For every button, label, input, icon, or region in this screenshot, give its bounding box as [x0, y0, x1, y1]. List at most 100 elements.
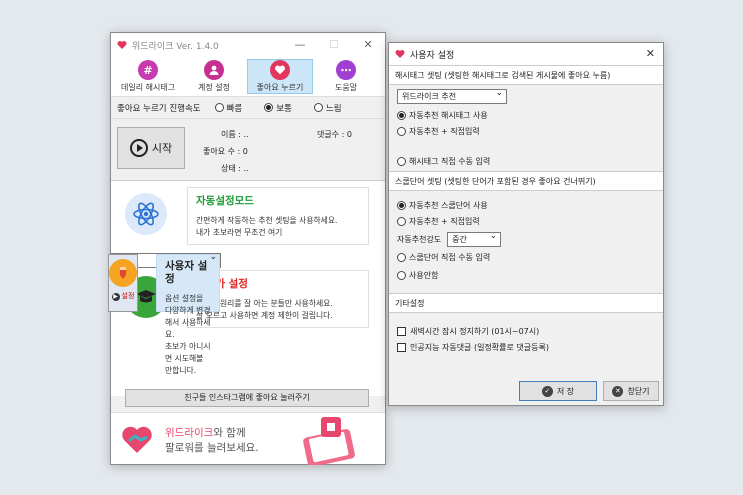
- main-toolbar: # 데일리 해시태그 계정 설정 좋아요 누르기 ⋯ 도움말: [111, 57, 385, 97]
- strength-row: 자동추천강도 중간: [397, 230, 502, 247]
- window-title: 위드라이크 Ver. 1.4.0: [132, 41, 219, 52]
- start-label: 시작: [151, 142, 173, 155]
- user-icon: [204, 60, 224, 80]
- hashtag-auto-manual-radio[interactable]: 자동추천 + 직접입력: [397, 123, 480, 139]
- likes-stat: 좋아요 수 : 0: [203, 146, 248, 157]
- mode-title: 자동설정모드: [196, 195, 254, 207]
- main-titlebar[interactable]: 위드라이크 Ver. 1.4.0 — ☐ ✕: [111, 33, 385, 57]
- other-section-header: 기타설정: [389, 293, 663, 313]
- speed-slow-radio[interactable]: 느림: [313, 102, 342, 114]
- hashtag-icon: #: [138, 60, 158, 80]
- setting-label: 설정: [121, 292, 135, 300]
- promo-banner[interactable]: 위드라이크와 함께 팔로워를 늘려보세요.: [111, 412, 385, 465]
- strength-label: 자동추천강도: [397, 234, 442, 244]
- save-button[interactable]: ✓ 저 장: [519, 381, 597, 401]
- mode-user-card[interactable]: 사용자 설정 옵션 설정을 다양하게 변경해서 사용하세요. 초보가 아니시면 …: [156, 254, 220, 375]
- ai-comment-checkbox[interactable]: 인공지능 자동댓글 (일정확률로 댓글등록): [397, 339, 549, 355]
- tab-help[interactable]: ⋯ 도움말: [313, 59, 379, 94]
- close-window-button[interactable]: ✕ 창닫기: [603, 381, 659, 401]
- stopword-auto-radio[interactable]: 자동추천 스쿱단어 사용: [397, 197, 488, 213]
- checkbox-label: 새벽시간 잠시 정지하기 (01시~07시): [410, 326, 540, 336]
- hashtag-section-header: 해시태그 셋팅 (셋팅한 해시태그로 검색된 게시물에 좋아요 누름): [389, 65, 663, 85]
- user-settings-window: 사용자 설정 ✕ 해시태그 셋팅 (셋팅한 해시태그로 검색된 게시물에 좋아요…: [388, 42, 664, 406]
- speed-fast-radio[interactable]: 빠름: [214, 102, 243, 114]
- start-button[interactable]: 시작: [117, 127, 185, 169]
- radio-label: 자동추천 + 직접입력: [409, 126, 480, 136]
- close-label: 창닫기: [627, 386, 650, 396]
- mode-auto-card[interactable]: 자동설정모드 간편하게 작동하는 추천 셋팅을 사용하세요. 내가 초보라면 무…: [187, 187, 369, 245]
- mode-expert[interactable]: 전문가 설정 인스타 원리를 잘 아는 분들만 사용하세요. 잘 모르고 사용하…: [111, 270, 385, 334]
- status-row: 시작 이름 : .. 댓글수 : 0 좋아요 수 : 0 상태 : ..: [111, 119, 385, 181]
- save-label: 저 장: [556, 386, 575, 396]
- stopword-section-header: 스쿱단어 셋팅 (셋팅한 단어가 포함된 경우 좋아요 건너뛰기): [389, 171, 663, 191]
- close-button[interactable]: ✕: [351, 33, 385, 57]
- radio-label: 느림: [325, 103, 342, 114]
- night-pause-checkbox[interactable]: 새벽시간 잠시 정지하기 (01시~07시): [397, 323, 539, 339]
- pencil-icon: [109, 259, 137, 287]
- check-icon: ✓: [541, 385, 553, 397]
- stopword-none-radio[interactable]: 사용안함: [397, 267, 438, 283]
- tab-account-settings[interactable]: 계정 설정: [181, 59, 247, 94]
- comments-label: 댓글수 :: [317, 130, 345, 139]
- radio-label: 사용안함: [409, 270, 439, 280]
- settings-titlebar[interactable]: 사용자 설정 ✕: [389, 43, 663, 65]
- mode-desc: 옵션 설정을 다양하게 변경해서 사용하세요.: [165, 294, 211, 339]
- maximize-button[interactable]: ☐: [317, 33, 351, 57]
- banner-brand: 위드라이크: [165, 427, 214, 439]
- close-circle-icon: ✕: [612, 385, 624, 397]
- settings-title: 사용자 설정: [410, 50, 455, 61]
- speed-normal-radio[interactable]: 보통: [264, 102, 292, 114]
- setting-button[interactable]: ▶ 설정: [111, 290, 135, 303]
- mode-desc: 초보가 아니시면 시도해볼 만합니다.: [165, 342, 211, 375]
- radio-label: 해시태그 직접 수동 입력: [409, 156, 491, 166]
- main-window: 위드라이크 Ver. 1.4.0 — ☐ ✕ # 데일리 해시태그 계정 설정 …: [108, 32, 386, 465]
- comments-value: 0: [346, 130, 352, 139]
- name-stat: 이름 : ..: [221, 129, 249, 140]
- radio-label: 자동추천 해시태그 사용: [409, 110, 488, 120]
- tab-daily-hashtag[interactable]: # 데일리 해시태그: [115, 59, 181, 94]
- mode-desc: 잘 모르고 사용하면 계정 제한이 걸립니다.: [196, 311, 333, 320]
- state-stat: 상태 : ..: [221, 163, 249, 174]
- radio-label: 빠름: [226, 103, 243, 114]
- comments-stat: 댓글수 : 0: [317, 129, 352, 140]
- hashtag-manual-radio[interactable]: 해시태그 직접 수동 입력: [397, 153, 490, 169]
- friends-like-button[interactable]: 친구들 인스타그램에 좋아요 눌러주기: [125, 389, 369, 407]
- chat-icon: ⋯: [336, 60, 356, 80]
- strength-select[interactable]: 중간: [447, 230, 502, 247]
- radio-label: 스쿱단어 직접 수동 입력: [409, 252, 491, 262]
- mode-desc: 인스타 원리를 잘 아는 분들만 사용하세요.: [196, 299, 333, 308]
- radio-label: 보통: [276, 103, 292, 114]
- mode-title: 전문가 설정: [196, 278, 248, 290]
- speed-label: 좋아요 누르기 진행속도: [117, 103, 201, 114]
- stopword-auto-manual-radio[interactable]: 자동추천 + 직접입력: [397, 213, 480, 229]
- hashtag-auto-radio[interactable]: 자동추천 해시태그 사용: [397, 107, 488, 123]
- tab-label: 계정 설정: [198, 83, 230, 92]
- other-section: 새벽시간 잠시 정지하기 (01시~07시) 인공지능 자동댓글 (일정확률로 …: [389, 313, 663, 369]
- radio-label: 자동추천 + 직접입력: [409, 216, 480, 226]
- play-icon: [129, 139, 148, 157]
- heart-icon: [270, 60, 290, 80]
- mode-user-selector[interactable]: ▶ 설정: [108, 254, 138, 312]
- mode-auto[interactable]: 자동설정모드 간편하게 작동하는 추천 셋팅을 사용하세요. 내가 초보라면 무…: [111, 187, 385, 251]
- banner-line2: 팔로워를 늘려보세요.: [165, 442, 259, 454]
- stopword-manual-radio[interactable]: 스쿱단어 직접 수동 입력: [397, 249, 490, 265]
- hashtag-section: 위드라이크 추천 자동추천 해시태그 사용 자동추천 + 직접입력 해시태그 직…: [389, 85, 663, 171]
- likes-label: 좋아요 수 :: [203, 147, 241, 156]
- name-value: ..: [243, 130, 249, 139]
- mode-user[interactable]: ▶ 설정 사용자 설정 옵션 설정을 다양하게 변경해서 사용하세요. 초보가 아…: [108, 251, 221, 375]
- mode-panel: 자동설정모드 간편하게 작동하는 추천 셋팅을 사용하세요. 내가 초보라면 무…: [108, 181, 385, 396]
- hashtag-source-select[interactable]: 위드라이크 추천: [397, 87, 507, 104]
- banner-suffix: 와 함께: [213, 427, 246, 439]
- stopword-section: 자동추천 스쿱단어 사용 자동추천 + 직접입력 자동추천강도 중간 스쿱단어 …: [389, 191, 663, 293]
- banner-line1: 위드라이크와 함께: [165, 425, 246, 440]
- tab-label: 좋아요 누르기: [256, 83, 304, 92]
- tab-label: 도움말: [334, 83, 358, 92]
- mode-title: 사용자 설정: [165, 260, 208, 285]
- tab-press-likes[interactable]: 좋아요 누르기: [247, 59, 313, 94]
- phone-illustration-icon: [303, 417, 355, 465]
- minimize-button[interactable]: —: [283, 33, 317, 57]
- handshake-heart-icon: [122, 426, 152, 453]
- state-label: 상태 :: [221, 164, 241, 173]
- settings-close-icon[interactable]: ✕: [646, 47, 655, 60]
- state-value: ..: [243, 164, 249, 173]
